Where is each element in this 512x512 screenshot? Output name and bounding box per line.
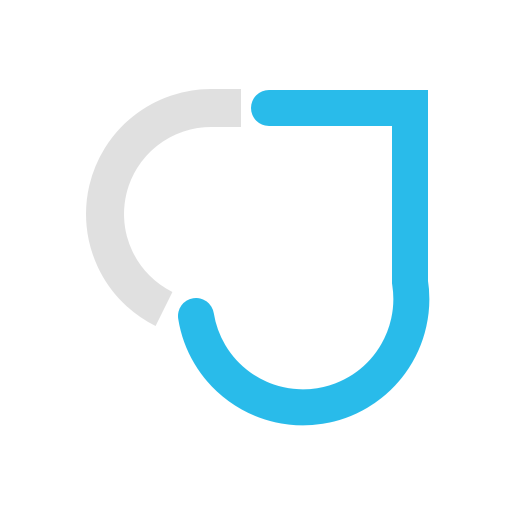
c-letter-stroke (86, 89, 241, 327)
j-letter-stroke (178, 90, 430, 426)
app-icon-canvas (0, 0, 512, 512)
cj-monogram-icon (86, 89, 430, 426)
